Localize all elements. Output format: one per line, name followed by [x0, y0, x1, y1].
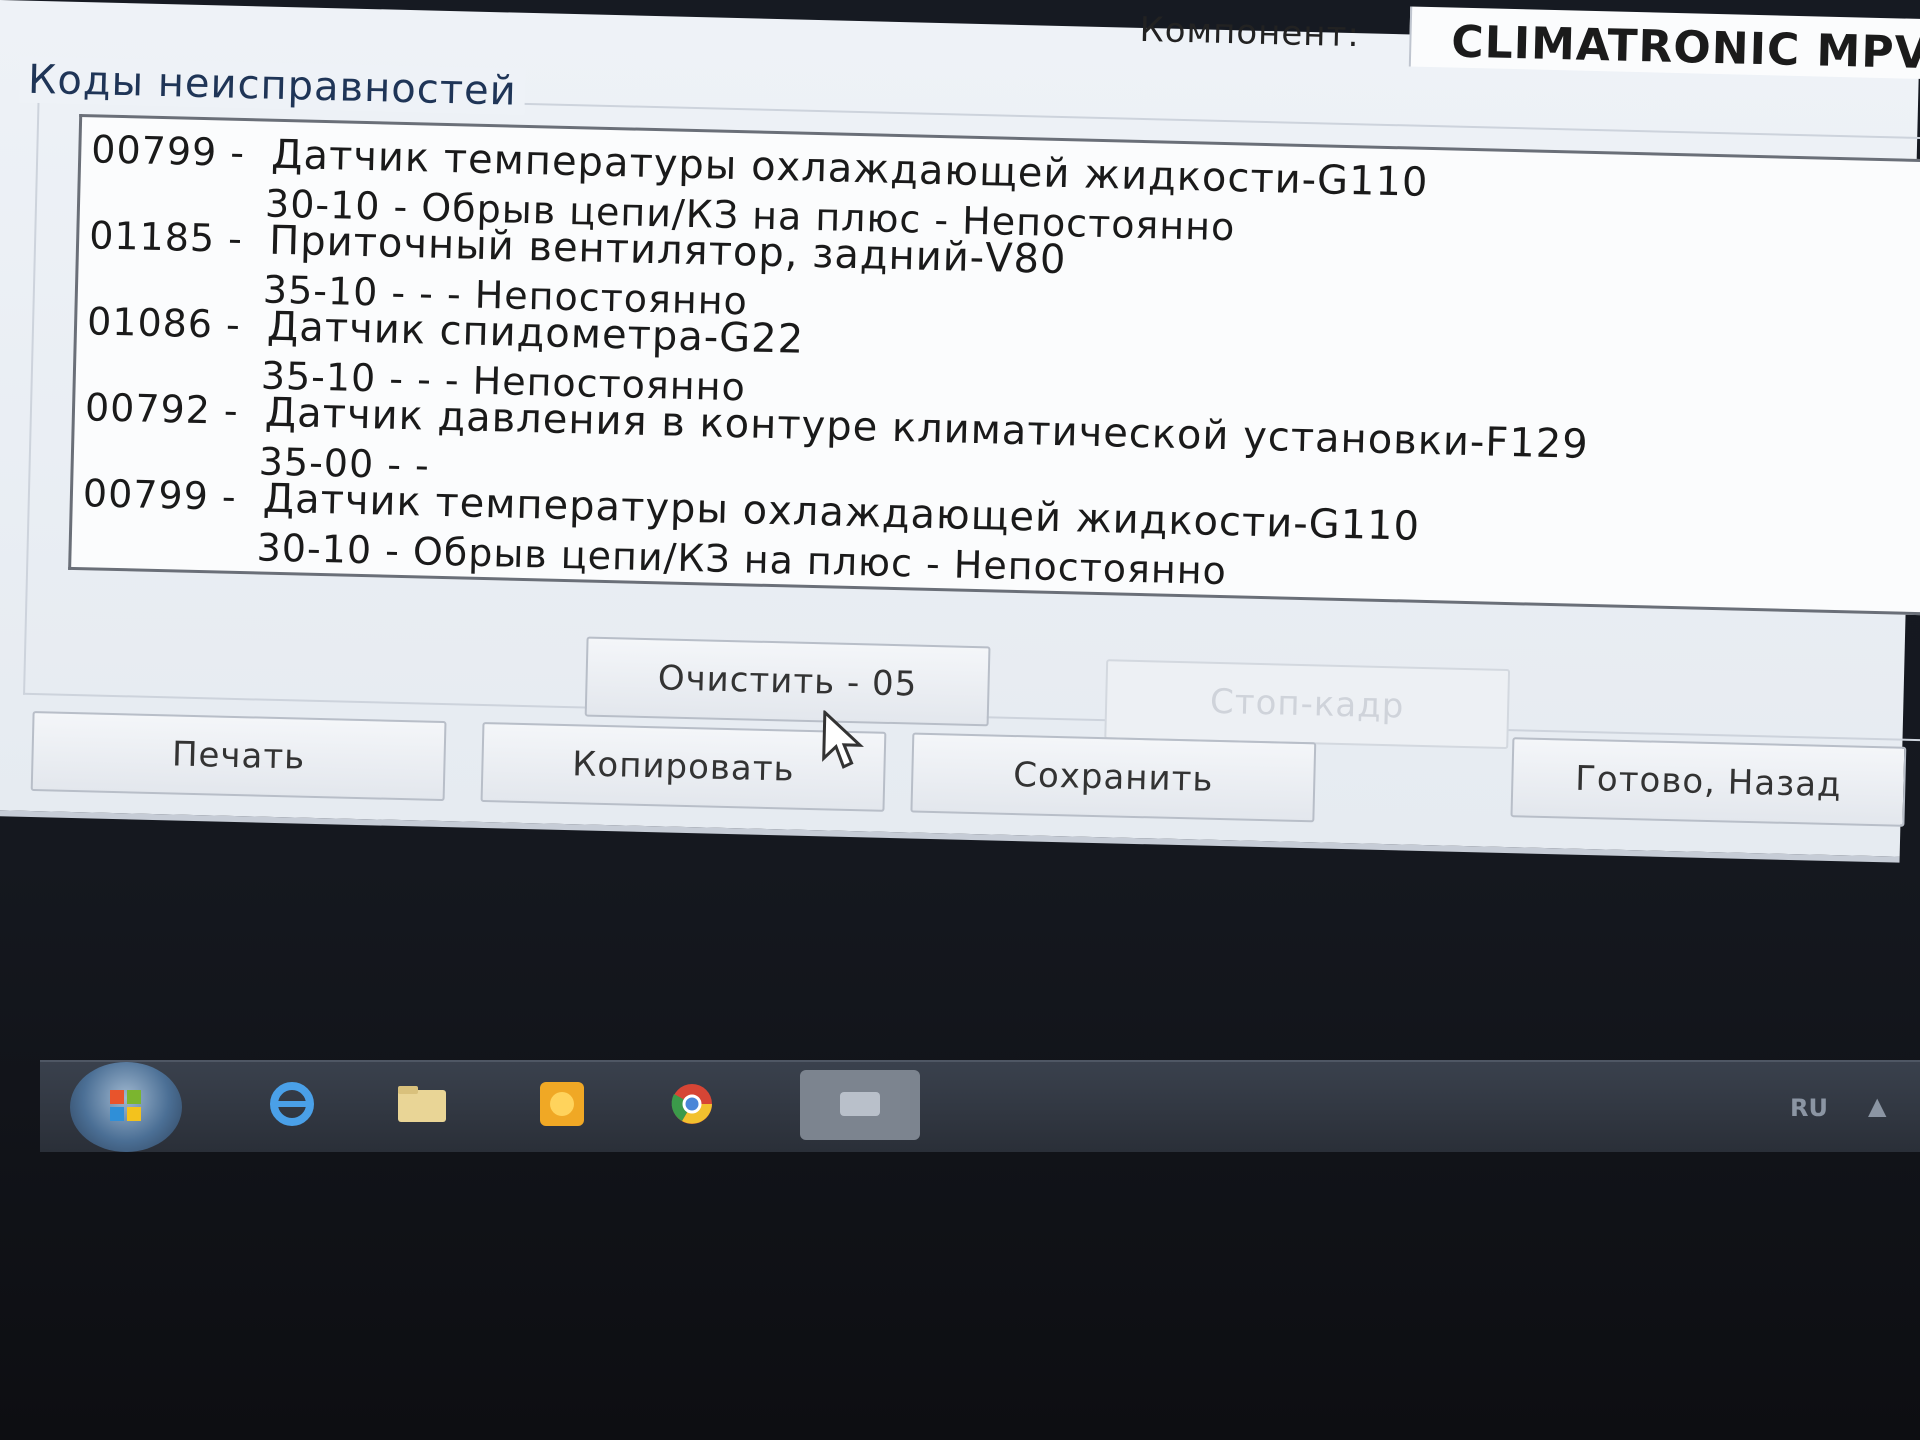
ie-icon[interactable] — [260, 1076, 324, 1132]
folder-icon[interactable] — [390, 1076, 454, 1132]
fault-description: Датчик давления в контуре климатической … — [264, 389, 1590, 468]
fault-code: 01086 - — [86, 299, 242, 347]
fault-item[interactable]: 00799 - Датчик температуры охлаждающей ж… — [82, 127, 1920, 249]
media-player-icon[interactable] — [530, 1076, 594, 1132]
fault-code: 00792 - — [84, 385, 240, 433]
fault-codes-list[interactable]: 00799 - Датчик температуры охлаждающей ж… — [68, 113, 1920, 616]
fault-code: 00799 - — [82, 471, 238, 519]
fault-code: 00799 - — [90, 127, 246, 176]
done-back-button[interactable]: Готово, Назад — [1510, 737, 1907, 827]
start-orb-icon[interactable] — [70, 1062, 182, 1152]
fault-item[interactable]: 01086 - Датчик спидометра-G22 35-10 - - … — [78, 299, 1920, 409]
fault-item[interactable]: 00792 - Датчик давления в контуре климат… — [76, 385, 1920, 487]
screen: Компонент: CLIMATRONIC MPV Коды неисправ… — [0, 0, 1920, 1440]
clear-codes-button[interactable]: Очистить - 05 — [584, 636, 991, 727]
vcds-icon[interactable] — [800, 1070, 920, 1140]
fault-codes-window: Компонент: CLIMATRONIC MPV Коды неисправ… — [0, 0, 1920, 863]
print-button[interactable]: Печать — [30, 711, 447, 802]
fault-codes-group: Коды неисправностей 00799 - Датчик темпе… — [19, 56, 1920, 750]
freeze-frame-button[interactable]: Стоп-кадр — [1104, 659, 1511, 750]
component-label: Компонент: — [1139, 9, 1361, 56]
chrome-icon[interactable] — [660, 1076, 724, 1132]
fault-item[interactable]: 00799 - Датчик температуры охлаждающей ж… — [74, 471, 1920, 593]
language-indicator[interactable]: RU — [1790, 1094, 1828, 1122]
taskbar: RU ▲ — [40, 1060, 1920, 1152]
save-button[interactable]: Сохранить — [910, 732, 1317, 823]
tray-expand-icon[interactable]: ▲ — [1868, 1092, 1886, 1120]
component-value: CLIMATRONIC MPV — [1408, 6, 1920, 81]
group-title: Коды неисправностей — [19, 56, 526, 115]
fault-code: 01185 - — [88, 213, 244, 261]
mouse-cursor-icon — [822, 710, 864, 769]
